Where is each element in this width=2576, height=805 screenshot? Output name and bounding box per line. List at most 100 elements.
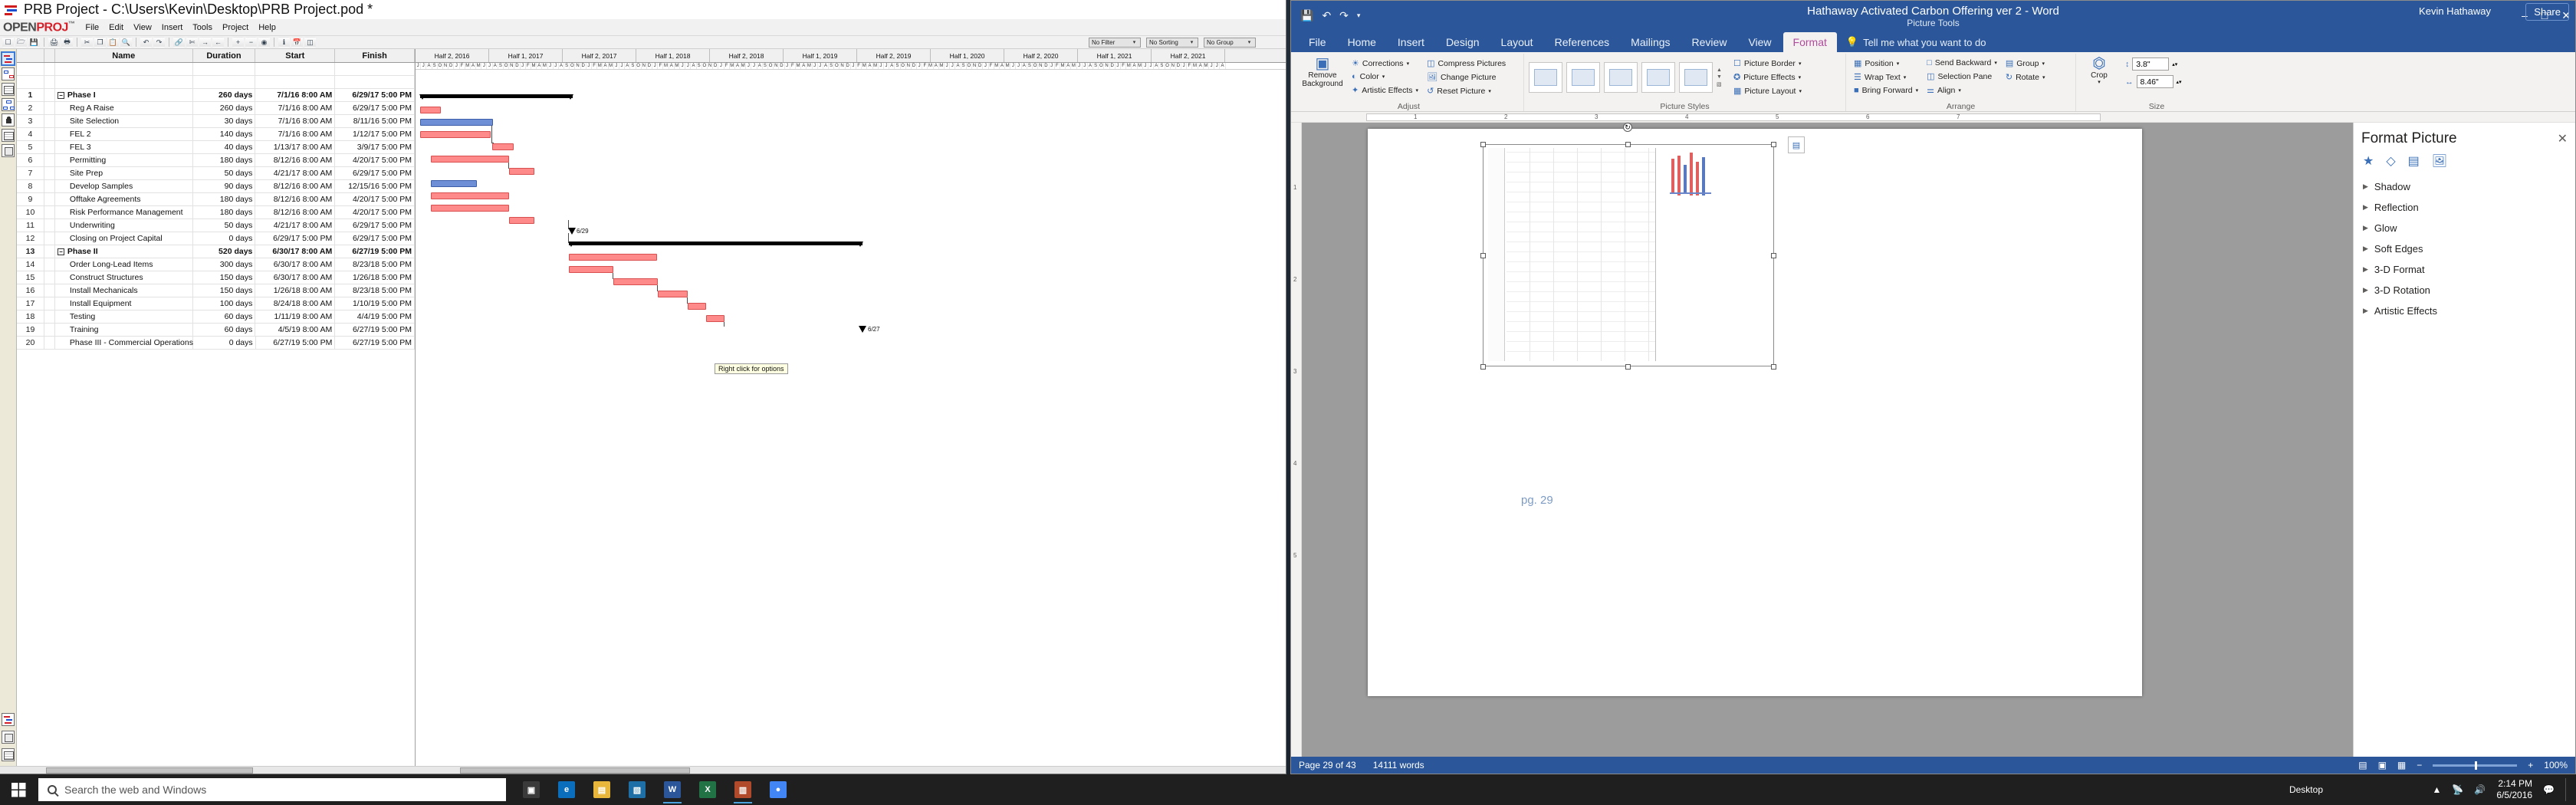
scrollbar-thumb[interactable] xyxy=(46,767,253,774)
gantt-bar-task[interactable] xyxy=(431,156,509,163)
cut-icon[interactable]: ✂ xyxy=(81,37,93,48)
cell-finish[interactable]: 4/20/17 5:00 PM xyxy=(335,193,415,205)
action-center-icon[interactable]: 💬 xyxy=(2543,784,2555,795)
picture-border-button[interactable]: ☐ Picture Border ▾ xyxy=(1730,57,1805,70)
height-value[interactable]: 3.8" xyxy=(2132,58,2169,71)
zoom-slider[interactable] xyxy=(2433,764,2517,767)
taskbar-app-edge[interactable]: e xyxy=(550,774,583,805)
effects-icon[interactable]: ◇ xyxy=(2386,153,2395,169)
gantt-bar-task[interactable] xyxy=(688,303,706,310)
menu-item-view[interactable]: View xyxy=(132,22,153,33)
cell-start[interactable]: 4/21/17 8:00 AM xyxy=(255,167,335,179)
picture-style-option[interactable] xyxy=(1529,62,1562,93)
rotate-handle[interactable]: ↻ xyxy=(1623,123,1632,132)
cell-start[interactable]: 7/1/16 8:00 AM xyxy=(255,115,335,127)
picture-effects-button[interactable]: ✪ Picture Effects ▾ xyxy=(1730,71,1805,84)
tab-layout[interactable]: Layout xyxy=(1491,32,1543,52)
gantt-bar-summary-phase1[interactable] xyxy=(420,94,573,98)
gantt-chart[interactable]: Half 2, 2016Half 1, 2017Half 2, 2017Half… xyxy=(416,49,1286,766)
cell-finish[interactable]: 8/23/18 5:00 PM xyxy=(335,258,415,271)
scrollbar-thumb[interactable] xyxy=(460,767,690,774)
column-header-indicator[interactable] xyxy=(44,49,55,62)
cell-name[interactable]: Install Mechanicals xyxy=(55,284,193,297)
cell-finish[interactable]: 12/15/16 5:00 PM xyxy=(335,180,415,192)
color-button[interactable]: ◐ Color ▾ xyxy=(1349,71,1421,83)
cell-name[interactable]: Construct Structures xyxy=(55,271,193,284)
cell-start[interactable]: 8/12/16 8:00 AM xyxy=(255,193,335,205)
cell-duration[interactable]: 50 days xyxy=(193,219,256,232)
table-row[interactable]: 6Permitting180 days8/12/16 8:00 AM4/20/1… xyxy=(17,154,415,167)
print-layout-icon[interactable]: ▣ xyxy=(2378,760,2387,770)
gantt-milestone[interactable] xyxy=(859,326,866,333)
column-header-duration[interactable]: Duration xyxy=(193,49,256,62)
cell-start[interactable]: 1/13/17 8:00 AM xyxy=(255,141,335,153)
pane-section-3-d-format[interactable]: ▶3-D Format xyxy=(2354,259,2575,280)
cell-name[interactable]: Training xyxy=(55,324,193,336)
width-stepper[interactable]: ▴▾ xyxy=(2177,79,2182,85)
cell-start[interactable]: 7/1/16 8:00 AM xyxy=(255,89,335,101)
cell-start[interactable]: 8/12/16 8:00 AM xyxy=(255,180,335,192)
resize-handle-e[interactable] xyxy=(1771,253,1776,258)
picture-height-field[interactable]: ↕ 3.8" ▴▾ xyxy=(2125,58,2182,71)
taskbar-app-word[interactable]: W xyxy=(656,774,688,805)
cell-start[interactable]: 8/12/16 8:00 AM xyxy=(255,154,335,166)
cell-start[interactable]: 7/1/16 8:00 AM xyxy=(255,128,335,140)
cell-finish[interactable]: 6/27/19 5:00 PM xyxy=(335,245,415,258)
cell-name[interactable]: FEL 3 xyxy=(55,141,193,153)
gantt-bar-task[interactable] xyxy=(509,168,534,175)
gantt-canvas[interactable]: JJASONDJFMAMJJASONDJFMAMJJASONDJFMAMJJAS… xyxy=(416,63,1286,766)
pane-section-glow[interactable]: ▶Glow xyxy=(2354,218,2575,238)
table-row[interactable]: 15Construct Structures150 days6/30/17 8:… xyxy=(17,271,415,284)
word-count[interactable]: 14111 words xyxy=(1373,760,1424,770)
start-button[interactable] xyxy=(0,774,37,805)
column-header-start[interactable]: Start xyxy=(255,49,335,62)
cell-name[interactable]: Phase III - Commercial Operations xyxy=(55,337,193,349)
table-row[interactable]: 11Underwriting50 days4/21/17 8:00 AM6/29… xyxy=(17,219,415,232)
indent-icon[interactable]: → xyxy=(199,37,211,48)
picture-style-option[interactable] xyxy=(1679,62,1713,93)
wrap-text-button[interactable]: ☰ Wrap Text ▾ xyxy=(1851,71,1921,84)
cell-finish[interactable]: 8/23/18 5:00 PM xyxy=(335,284,415,297)
expand-collapse-icon[interactable]: − xyxy=(58,92,64,99)
table-row[interactable]: 12Closing on Project Capital0 days6/29/1… xyxy=(17,232,415,245)
cell-finish[interactable]: 4/4/19 5:00 PM xyxy=(335,310,415,323)
cell-duration[interactable]: 180 days xyxy=(193,154,256,166)
taskbar-app-task-view[interactable]: ▣ xyxy=(515,774,547,805)
group-dropdown[interactable]: No Group ▾ xyxy=(1204,38,1256,48)
task-usage-view-icon[interactable] xyxy=(2,83,15,96)
table-row-blank[interactable] xyxy=(17,76,415,89)
cell-duration[interactable]: 520 days xyxy=(193,245,256,258)
table-row[interactable]: 19Training60 days4/5/19 8:00 AM6/27/19 5… xyxy=(17,324,415,337)
cell-start[interactable]: 1/26/18 8:00 AM xyxy=(255,284,335,297)
resize-handle-sw[interactable] xyxy=(1480,364,1486,370)
zoom-in-icon[interactable]: + xyxy=(232,37,244,48)
tab-home[interactable]: Home xyxy=(1338,32,1386,52)
styles-more-icon[interactable]: ▧ xyxy=(1717,81,1722,87)
table-row[interactable]: 17Install Equipment100 days8/24/18 8:00 … xyxy=(17,297,415,310)
gantt-milestone[interactable] xyxy=(568,228,576,235)
cell-finish[interactable]: 6/27/19 5:00 PM xyxy=(335,337,415,349)
gantt-bar-task[interactable] xyxy=(431,180,477,187)
share-button[interactable]: Share xyxy=(2525,3,2569,21)
gantt-bar-task[interactable] xyxy=(431,205,509,212)
tab-file[interactable]: File xyxy=(1299,32,1336,52)
undo-icon[interactable]: ↶ xyxy=(140,37,152,48)
cell-finish[interactable]: 4/20/17 5:00 PM xyxy=(335,206,415,219)
user-name[interactable]: Kevin Hathaway xyxy=(2419,5,2491,17)
cell-finish[interactable]: 6/29/17 5:00 PM xyxy=(335,102,415,114)
info-icon[interactable]: ℹ xyxy=(278,37,290,48)
show-hidden-icon[interactable]: ▲ xyxy=(2433,784,2442,795)
pane-section-shadow[interactable]: ▶Shadow xyxy=(2354,176,2575,197)
cell-start[interactable]: 4/21/17 8:00 AM xyxy=(255,219,335,232)
cell-start[interactable]: 8/12/16 8:00 AM xyxy=(255,206,335,219)
cell-duration[interactable]: 0 days xyxy=(193,337,256,349)
cell-name[interactable]: Site Selection xyxy=(55,115,193,127)
new-icon[interactable]: ☐ xyxy=(2,37,14,48)
cell-duration[interactable]: 100 days xyxy=(193,297,256,310)
bring-forward-button[interactable]: ■ Bring Forward ▾ xyxy=(1851,84,1921,97)
close-icon[interactable]: ✕ xyxy=(2558,131,2568,146)
pane-section-soft-edges[interactable]: ▶Soft Edges xyxy=(2354,238,2575,259)
cell-finish[interactable]: 6/27/19 5:00 PM xyxy=(335,324,415,336)
gantt-bar-task[interactable] xyxy=(420,131,491,138)
tab-design[interactable]: Design xyxy=(1436,32,1490,52)
